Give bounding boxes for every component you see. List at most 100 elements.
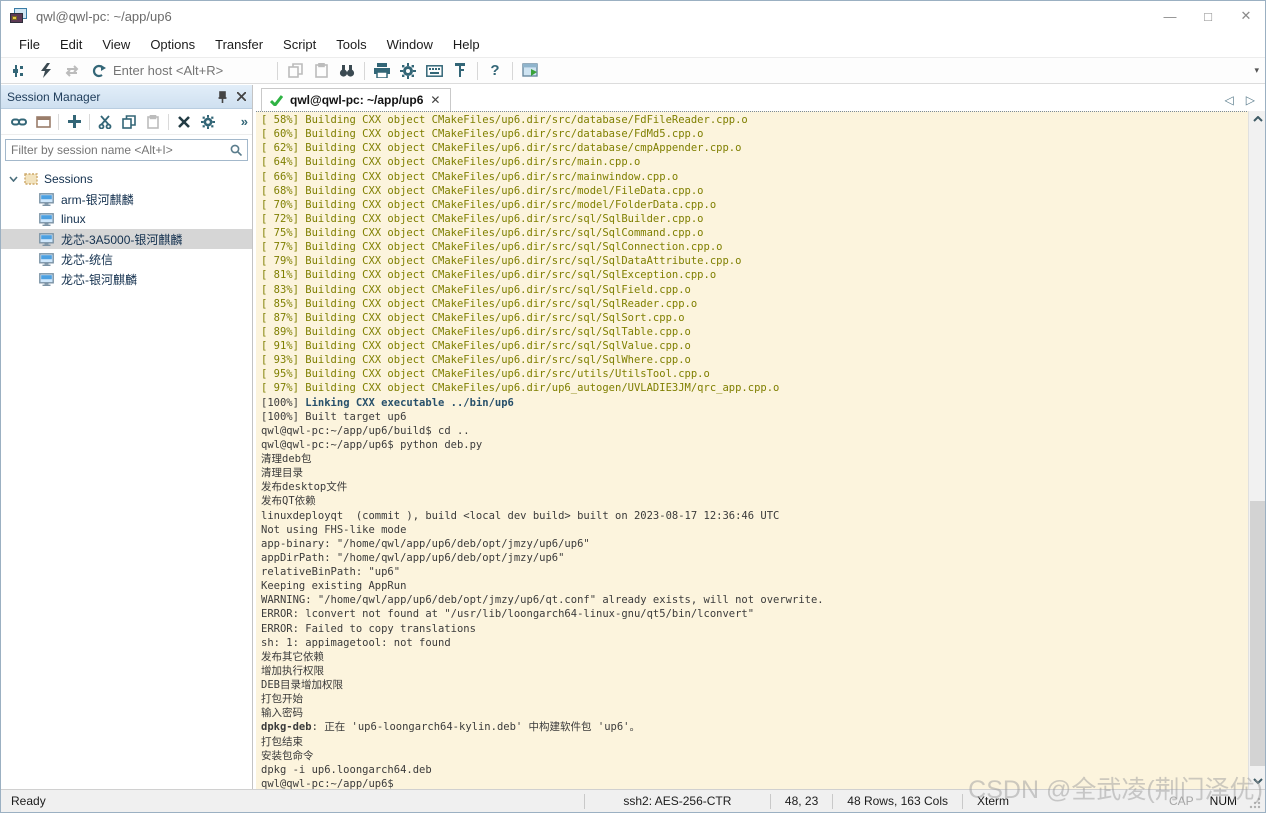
- sessions-root-label: Sessions: [44, 172, 93, 186]
- terminal-line: [ 75%] Building CXX object CMakeFiles/up…: [261, 226, 1247, 240]
- help-icon[interactable]: ?: [482, 59, 508, 82]
- terminal-line: qwl@qwl-pc:~/app/up6$: [261, 777, 1247, 789]
- app-window: qwl@qwl-pc: ~/app/up6 — □ ✕ FileEditView…: [0, 0, 1266, 813]
- main-toolbar: ? ▾: [1, 57, 1265, 84]
- session-item[interactable]: 龙芯-银河麒麟: [1, 269, 252, 289]
- scrollbar-thumb[interactable]: [1250, 501, 1265, 766]
- cut-icon[interactable]: [93, 111, 117, 133]
- toolbar-separator: [89, 114, 90, 130]
- more-tools-icon[interactable]: »: [241, 114, 248, 129]
- menu-item-file[interactable]: File: [9, 33, 50, 56]
- connect-icon[interactable]: [7, 111, 31, 133]
- tab-scroll-right-icon[interactable]: ▷: [1246, 93, 1255, 107]
- find-icon[interactable]: [334, 59, 360, 82]
- terminal-output: [ 58%] Building CXX object CMakeFiles/up…: [261, 113, 1247, 789]
- session-label: linux: [61, 212, 86, 226]
- xagent-icon[interactable]: [517, 59, 543, 82]
- menu-bar: FileEditViewOptionsTransferScriptToolsWi…: [1, 31, 1265, 57]
- copy-icon[interactable]: [117, 111, 141, 133]
- key-icon[interactable]: [447, 59, 473, 82]
- terminal-content: qwl@qwl-pc: ~/app/up6 ✕ ◁ ▷ [ 58%] Build…: [254, 84, 1265, 789]
- copy-icon[interactable]: [282, 59, 308, 82]
- menu-item-view[interactable]: View: [92, 33, 140, 56]
- session-label: 龙芯-3A5000-银河麒麟: [61, 231, 182, 248]
- paste-icon[interactable]: [308, 59, 334, 82]
- terminal-line: [ 95%] Building CXX object CMakeFiles/up…: [261, 367, 1247, 381]
- menu-item-transfer[interactable]: Transfer: [205, 33, 273, 56]
- tab-bar: qwl@qwl-pc: ~/app/up6 ✕ ◁ ▷: [254, 85, 1265, 111]
- terminal-line: 增加执行权限: [261, 664, 1247, 678]
- terminal-line: 发布desktop文件: [261, 480, 1247, 494]
- status-cursor-position: 48, 23: [771, 790, 832, 812]
- host-address-input[interactable]: [113, 63, 273, 78]
- sessions-root-node[interactable]: Sessions: [1, 169, 252, 189]
- paste-icon[interactable]: [141, 111, 165, 133]
- tab-title: qwl@qwl-pc: ~/app/up6: [290, 93, 423, 107]
- toolbar-separator: [277, 62, 278, 80]
- open-session-dialog-icon[interactable]: [7, 59, 33, 82]
- search-icon[interactable]: [225, 144, 247, 156]
- session-list: arm-银河麒麟 linux 龙芯-3A5000-银河麒麟 龙芯-统信 龙芯-银…: [1, 189, 252, 289]
- tab-close-icon[interactable]: ✕: [430, 93, 440, 107]
- menu-item-window[interactable]: Window: [377, 33, 443, 56]
- print-icon[interactable]: [369, 59, 395, 82]
- menu-item-options[interactable]: Options: [140, 33, 205, 56]
- delete-icon[interactable]: [172, 111, 196, 133]
- new-window-icon[interactable]: [31, 111, 55, 133]
- close-panel-icon[interactable]: [237, 92, 246, 101]
- pin-panel-icon[interactable]: [218, 91, 227, 103]
- session-filter-input[interactable]: [6, 143, 225, 157]
- monitor-icon: [39, 233, 54, 246]
- terminal[interactable]: [ 58%] Building CXX object CMakeFiles/up…: [256, 111, 1265, 789]
- virtual-keyboard-icon[interactable]: [421, 59, 447, 82]
- disconnect-icon[interactable]: [85, 59, 111, 82]
- menu-item-edit[interactable]: Edit: [50, 33, 92, 56]
- session-item[interactable]: arm-银河麒麟: [1, 189, 252, 209]
- terminal-line: [ 91%] Building CXX object CMakeFiles/up…: [261, 339, 1247, 353]
- status-terminal-type[interactable]: Xterm: [963, 790, 1041, 812]
- session-item[interactable]: 龙芯-统信: [1, 249, 252, 269]
- resize-grip[interactable]: [1247, 795, 1263, 811]
- menu-item-script[interactable]: Script: [273, 33, 326, 56]
- quick-connect-lightning-icon[interactable]: [33, 59, 59, 82]
- terminal-line: 发布QT依赖: [261, 494, 1247, 508]
- terminal-line: [ 83%] Building CXX object CMakeFiles/up…: [261, 283, 1247, 297]
- terminal-line: [100%] Linking CXX executable ../bin/up6: [261, 396, 1247, 410]
- properties-gear-icon[interactable]: [196, 111, 220, 133]
- menu-item-tools[interactable]: Tools: [326, 33, 376, 56]
- chevron-down-icon[interactable]: [9, 176, 18, 182]
- new-session-plus-icon[interactable]: [62, 111, 86, 133]
- terminal-line: [ 85%] Building CXX object CMakeFiles/up…: [261, 297, 1247, 311]
- terminal-line: qwl@qwl-pc:~/app/up6$ python deb.py: [261, 438, 1247, 452]
- terminal-line: 发布其它依赖: [261, 650, 1247, 664]
- toolbar-overflow-dropdown-icon[interactable]: ▾: [1254, 65, 1259, 76]
- panel-title: Session Manager: [7, 90, 100, 104]
- close-button[interactable]: ✕: [1227, 1, 1265, 31]
- terminal-line: 清理deb包: [261, 452, 1247, 466]
- toolbar-separator: [512, 62, 513, 80]
- terminal-line: [ 58%] Building CXX object CMakeFiles/up…: [261, 113, 1247, 127]
- session-item[interactable]: linux: [1, 209, 252, 229]
- menu-item-help[interactable]: Help: [443, 33, 490, 56]
- session-item[interactable]: 龙芯-3A5000-银河麒麟: [1, 229, 252, 249]
- tab-scroll-left-icon[interactable]: ◁: [1225, 93, 1234, 107]
- terminal-line: [ 89%] Building CXX object CMakeFiles/up…: [261, 325, 1247, 339]
- terminal-scrollbar[interactable]: [1248, 111, 1265, 789]
- terminal-line: [100%] Built target up6: [261, 410, 1247, 424]
- monitor-icon: [39, 273, 54, 286]
- minimize-button[interactable]: —: [1151, 1, 1189, 31]
- terminal-line: app-binary: "/home/qwl/app/up6/deb/opt/j…: [261, 537, 1247, 551]
- settings-gear-icon[interactable]: [395, 59, 421, 82]
- terminal-line: [ 81%] Building CXX object CMakeFiles/up…: [261, 268, 1247, 282]
- terminal-line: [ 68%] Building CXX object CMakeFiles/up…: [261, 184, 1247, 198]
- terminal-line: dpkg-deb: 正在 'up6-loongarch64-kylin.deb'…: [261, 720, 1247, 734]
- session-filter: [5, 139, 248, 161]
- session-manager-header: Session Manager: [1, 85, 252, 109]
- scroll-up-icon[interactable]: [1249, 111, 1266, 127]
- tab-session[interactable]: qwl@qwl-pc: ~/app/up6 ✕: [261, 88, 451, 111]
- terminal-line: 输入密码: [261, 706, 1247, 720]
- maximize-button[interactable]: □: [1189, 1, 1227, 31]
- scroll-down-icon[interactable]: [1249, 773, 1266, 789]
- terminal-line: relativeBinPath: "up6": [261, 565, 1247, 579]
- reconnect-icon[interactable]: [59, 59, 85, 82]
